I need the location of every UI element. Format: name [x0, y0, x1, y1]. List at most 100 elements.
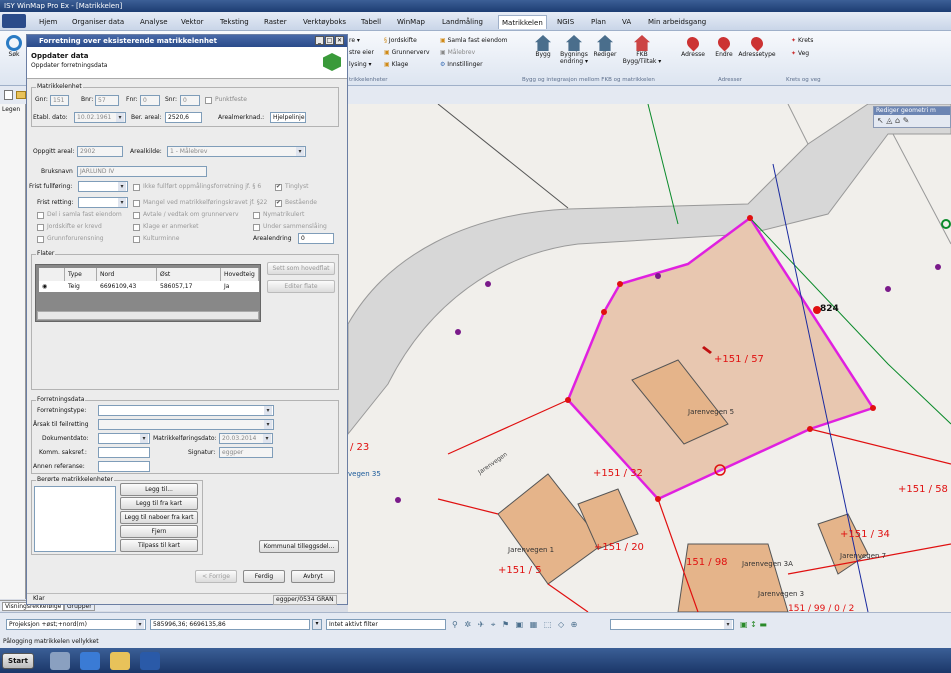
fnr-field[interactable]: 0: [140, 95, 160, 106]
ribbon-item-innstillinger[interactable]: ⚙ Innstillinger: [440, 61, 483, 69]
tab-matrikkelen[interactable]: Matrikkelen: [498, 15, 547, 29]
dokumentdato-field[interactable]: [98, 433, 150, 444]
ribbon-item-samla-fast-eiendom[interactable]: ▣ Samla fast eiendom: [440, 37, 508, 45]
map-canvas[interactable]: +151 / 57 824 Jarenvegen 5 +151 / 32 +15…: [348, 104, 951, 612]
forrige-button[interactable]: < Forrige: [195, 570, 237, 583]
komm-saksref-field[interactable]: [98, 447, 150, 458]
editer-flate-button[interactable]: Editer flate: [267, 280, 335, 293]
filter-field[interactable]: Intet aktivt filter: [326, 619, 446, 630]
status-tools-icons[interactable]: ⚲ ✲ ✈ ⌖ ⚑ ▣ ▦ ⬚ ◇ ⊕: [452, 619, 602, 630]
cell-ost[interactable]: 586057,17: [157, 281, 221, 292]
arealkilde-select[interactable]: 1 - Målebrev: [167, 146, 306, 157]
bygg-button[interactable]: Bygg: [530, 35, 556, 58]
tab-vektor[interactable]: Vektor: [178, 15, 207, 29]
tab-landmaling[interactable]: Landmåling: [439, 15, 486, 29]
arealendring-field[interactable]: 0: [298, 233, 334, 244]
row-selector[interactable]: ◉: [39, 281, 65, 292]
tab-tabell[interactable]: Tabell: [358, 15, 384, 29]
adresse-button[interactable]: Adresse: [680, 34, 706, 58]
tab-plan[interactable]: Plan: [588, 15, 609, 29]
cell-nord[interactable]: 6696109,43: [97, 281, 157, 292]
legg-til-naboer-button[interactable]: Legg til naboer fra kart: [120, 511, 198, 524]
gnr-field[interactable]: 151: [50, 95, 69, 106]
jordskifte-checkbox[interactable]: [37, 224, 44, 231]
ribbon-item-lysing[interactable]: lysing ▾: [349, 61, 372, 69]
tab-min-arbeidsgang[interactable]: Min arbeidsgang: [645, 15, 709, 29]
layer-select[interactable]: [610, 619, 734, 630]
bruksnavn-field[interactable]: JARLUND IV: [77, 166, 207, 177]
legg-til-button[interactable]: Legg til...: [120, 483, 198, 496]
samla-checkbox[interactable]: [37, 212, 44, 219]
oppgitt-areal-field[interactable]: 2902: [77, 146, 123, 157]
bestaende-checkbox[interactable]: [275, 199, 282, 207]
kommunal-tilleggsdel-button[interactable]: Kommunal tilleggsdel...: [259, 540, 339, 553]
etabl-date-field[interactable]: 10.02.1961: [74, 112, 126, 123]
cell-hovedteig[interactable]: Ja: [221, 281, 259, 292]
grunnforurensning-checkbox[interactable]: [37, 236, 44, 243]
annen-referanse-field[interactable]: [98, 461, 150, 472]
fkb-bygg-button[interactable]: FKB Bygg/Tiltak ▾: [622, 35, 662, 65]
tab-ngis[interactable]: NGIS: [554, 15, 577, 29]
ribbon-item-re[interactable]: re ▾: [349, 37, 360, 45]
frist-retting-field[interactable]: [78, 197, 128, 208]
coordinate-field[interactable]: 585996,36; 6696135,86: [150, 619, 310, 630]
taskbar-app-icon-2[interactable]: [80, 652, 100, 670]
bnr-field[interactable]: 57: [95, 95, 119, 106]
tab-hjem[interactable]: Hjem: [36, 15, 60, 29]
taskbar-app-icon-1[interactable]: [50, 652, 70, 670]
punktfeste-checkbox[interactable]: [205, 97, 212, 104]
ribbon-item-klage[interactable]: ▣ Klage: [384, 61, 408, 69]
projection-select[interactable]: Projeksjon +øst;+nord(m): [6, 619, 146, 630]
aarsak-select[interactable]: [98, 419, 274, 430]
forretningstype-select[interactable]: [98, 405, 274, 416]
status-action-icons[interactable]: ▣ ↕ ▬: [740, 619, 800, 630]
minimize-button[interactable]: _: [315, 36, 324, 45]
adressetype-button[interactable]: Adressetype: [737, 34, 777, 58]
taskbar-winmap-icon[interactable]: [140, 652, 160, 670]
tab-va[interactable]: VA: [619, 15, 634, 29]
rediger-bygg-button[interactable]: Rediger: [591, 35, 619, 58]
ribbon-item-grunnerverv[interactable]: ▣ Grunnerverv: [384, 49, 430, 57]
mangel-checkbox[interactable]: [133, 200, 140, 207]
ferdig-button[interactable]: Ferdig: [243, 570, 285, 583]
frist-fullforing-field[interactable]: [78, 181, 128, 192]
ikke-fullfort-checkbox[interactable]: [133, 184, 140, 191]
nymatrikulert-checkbox[interactable]: [253, 212, 260, 219]
sett-hovedflat-button[interactable]: Sett som hovedflat: [267, 262, 335, 275]
legg-til-fra-kart-button[interactable]: Legg til fra kart: [120, 497, 198, 510]
krets-button[interactable]: ✦ Krets: [791, 37, 813, 45]
edit-geometry-toolbar[interactable]: Rediger geometri m ↖ ◬ ⌂ ✎: [873, 106, 951, 128]
new-icon[interactable]: [4, 90, 13, 100]
snr-field[interactable]: 0: [180, 95, 200, 106]
app-menu-button[interactable]: [2, 14, 26, 28]
coordinate-dropdown-button[interactable]: ▾: [312, 619, 322, 630]
fjern-button[interactable]: Fjern: [120, 525, 198, 538]
tinglyst-checkbox[interactable]: [275, 183, 282, 191]
berorte-list[interactable]: [34, 486, 116, 552]
cell-type[interactable]: Teig: [65, 281, 97, 292]
table-hscrollbar[interactable]: [37, 311, 259, 320]
endre-adresse-button[interactable]: Endre: [711, 34, 737, 58]
tab-organiser-data[interactable]: Organiser data: [69, 15, 127, 29]
tab-raster[interactable]: Raster: [261, 15, 290, 29]
open-icon[interactable]: [16, 91, 26, 99]
ribbon-item-malebrev[interactable]: ▣ Målebrev: [440, 49, 475, 57]
avbryt-button[interactable]: Avbryt: [291, 570, 335, 583]
klage-checkbox[interactable]: [133, 224, 140, 231]
kulturminne-checkbox[interactable]: [133, 236, 140, 243]
avtale-checkbox[interactable]: [133, 212, 140, 219]
matrikkelforingsdato-field[interactable]: 20.03.2014: [219, 433, 273, 444]
start-button[interactable]: Start: [2, 653, 34, 669]
ber-areal-field[interactable]: 2520,6: [165, 112, 202, 123]
tilpass-til-kart-button[interactable]: Tilpass til kart: [120, 539, 198, 552]
ribbon-item-eier[interactable]: stre eier: [349, 49, 374, 57]
sammenslaing-checkbox[interactable]: [253, 224, 260, 231]
ribbon-item-jordskifte[interactable]: § Jordskifte: [384, 37, 417, 45]
tab-verktoyboks[interactable]: Verktøyboks: [300, 15, 349, 29]
maximize-button[interactable]: □: [325, 36, 334, 45]
signatur-field[interactable]: eggper: [219, 447, 273, 458]
search-button[interactable]: Søk: [3, 35, 25, 58]
close-button[interactable]: ✕: [335, 36, 344, 45]
arealmerknad-field[interactable]: Hjelpelinje: [270, 112, 306, 123]
veg-button[interactable]: ✦ Veg: [791, 50, 809, 58]
